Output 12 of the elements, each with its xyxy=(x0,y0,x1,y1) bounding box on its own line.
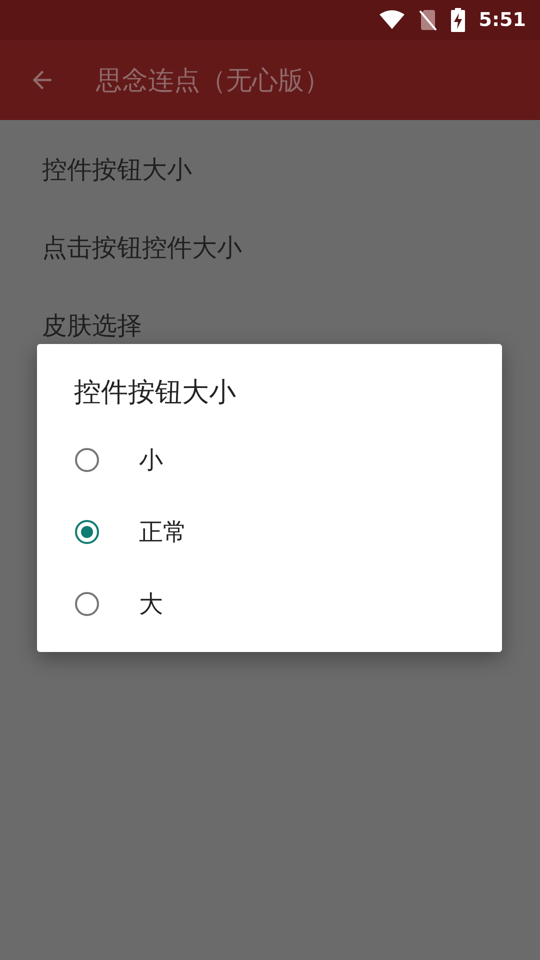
radio-button[interactable] xyxy=(75,448,99,472)
option-label[interactable]: 小 xyxy=(139,444,163,476)
dialog-title: 控件按钮大小 xyxy=(73,376,237,410)
option-label[interactable]: 正常 xyxy=(139,516,187,548)
radio-button[interactable] xyxy=(75,592,99,616)
option-label[interactable]: 大 xyxy=(139,588,163,620)
app-title: 思念连点（无心版） xyxy=(96,64,330,98)
battery-charging-icon xyxy=(450,8,465,32)
no-sim-icon xyxy=(418,9,437,31)
wifi-icon xyxy=(378,10,405,30)
status-time: 5:51 xyxy=(478,9,526,31)
radio-button[interactable] xyxy=(75,520,99,544)
